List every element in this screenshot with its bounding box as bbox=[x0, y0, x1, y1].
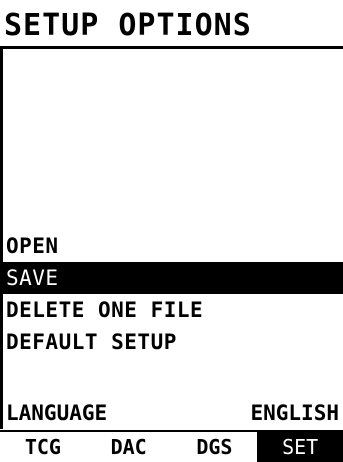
tab-tcg[interactable]: TCG bbox=[0, 432, 86, 462]
language-setting[interactable]: LANGUAGE ENGLISH bbox=[0, 398, 343, 428]
language-label: LANGUAGE bbox=[6, 401, 108, 425]
tab-set[interactable]: SET bbox=[257, 432, 343, 462]
language-value: ENGLISH bbox=[250, 401, 339, 425]
menu-item-default-setup[interactable]: DEFAULT SETUP bbox=[0, 326, 343, 358]
title-divider bbox=[0, 46, 343, 49]
setup-options-menu: OPEN SAVE DELETE ONE FILE DEFAULT SETUP bbox=[0, 230, 343, 358]
menu-item-save[interactable]: SAVE bbox=[0, 262, 343, 294]
menu-item-delete-one-file[interactable]: DELETE ONE FILE bbox=[0, 294, 343, 326]
tab-dac[interactable]: DAC bbox=[86, 432, 172, 462]
tab-dgs[interactable]: DGS bbox=[172, 432, 258, 462]
device-screen: SETUP OPTIONS OPEN SAVE DELETE ONE FILE … bbox=[0, 0, 343, 462]
page-title: SETUP OPTIONS bbox=[4, 8, 252, 43]
menu-item-open[interactable]: OPEN bbox=[0, 230, 343, 262]
tab-bar: TCG DAC DGS SET bbox=[0, 430, 343, 462]
